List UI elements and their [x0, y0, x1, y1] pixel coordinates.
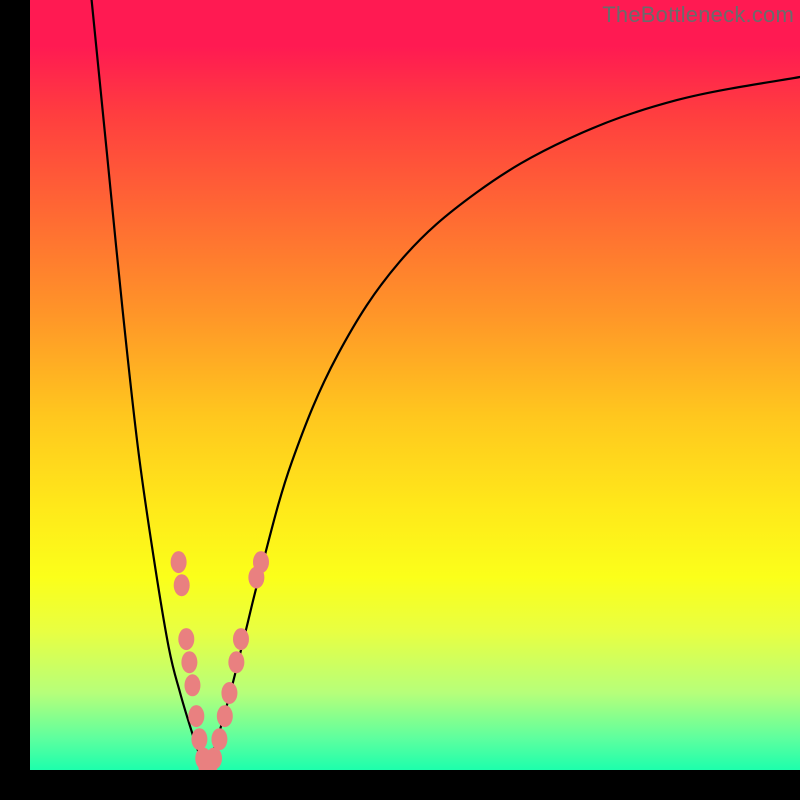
- data-marker: [181, 651, 197, 673]
- data-marker: [221, 682, 237, 704]
- curve-right-branch: [206, 77, 800, 770]
- plot-area: TheBottleneck.com: [30, 0, 800, 770]
- data-marker: [253, 551, 269, 573]
- data-marker: [206, 747, 222, 769]
- data-marker: [217, 705, 233, 727]
- data-marker: [211, 728, 227, 750]
- chart-frame: TheBottleneck.com: [0, 0, 800, 800]
- chart-svg: [30, 0, 800, 770]
- data-marker: [174, 574, 190, 596]
- data-marker: [233, 628, 249, 650]
- data-marker: [171, 551, 187, 573]
- data-marker: [184, 674, 200, 696]
- data-marker: [191, 728, 207, 750]
- data-marker: [188, 705, 204, 727]
- data-marker: [178, 628, 194, 650]
- curve-group: [92, 0, 800, 770]
- marker-group: [171, 551, 269, 770]
- data-marker: [228, 651, 244, 673]
